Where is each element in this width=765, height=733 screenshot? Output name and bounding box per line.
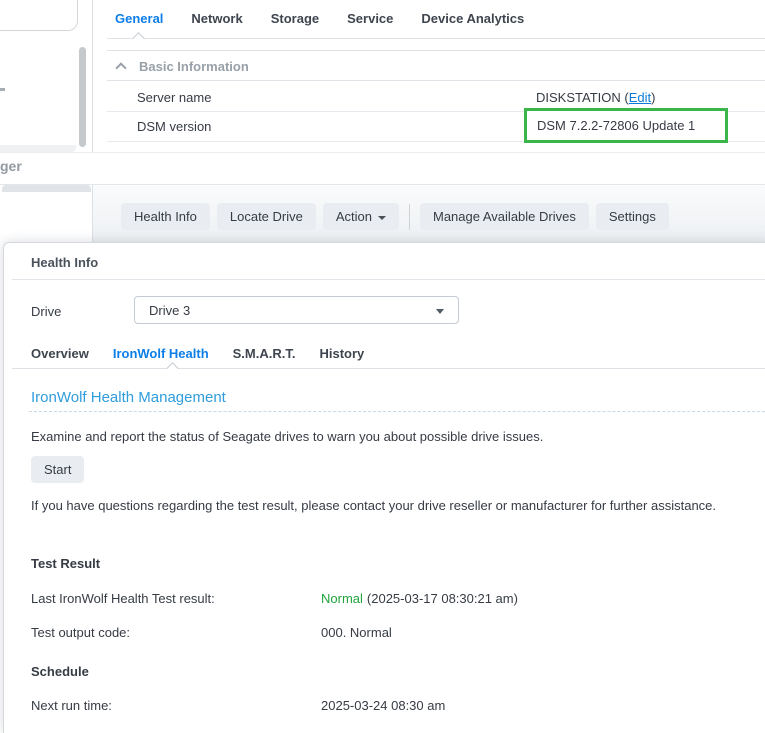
test-result-heading: Test Result <box>31 556 100 571</box>
tab-history[interactable]: History <box>319 346 364 361</box>
active-tab-notch <box>132 32 145 45</box>
dsm-version-value: DSM 7.2.2-72806 Update 1 <box>537 118 695 133</box>
tab-smart[interactable]: S.M.A.R.T. <box>233 346 296 361</box>
test-result-note: If you have questions regarding the test… <box>31 495 751 517</box>
dsm-desktop: General Network Storage Service Device A… <box>0 0 765 733</box>
info-center-tab-bar: General Network Storage Service Device A… <box>115 11 524 26</box>
collapse-chevron-icon[interactable] <box>115 62 126 73</box>
active-tab-notch <box>166 362 179 375</box>
storage-manager-toolbar: Health Info Locate Drive Action Manage A… <box>93 185 765 242</box>
last-test-timestamp: (2025-03-17 08:30:21 am) <box>367 591 518 606</box>
tab-ironwolf-health[interactable]: IronWolf Health <box>113 346 209 361</box>
background-panel-edge <box>0 145 76 152</box>
settings-button[interactable]: Settings <box>596 203 669 230</box>
caret-down-icon <box>378 216 386 220</box>
window-bottom-edge <box>0 152 765 153</box>
dialog-title: Health Info <box>31 255 98 270</box>
tab-storage[interactable]: Storage <box>271 11 319 26</box>
server-name-label: Server name <box>137 90 211 105</box>
tab-device-analytics[interactable]: Device Analytics <box>421 11 524 26</box>
dashed-divider <box>29 411 765 412</box>
control-panel-left-divider <box>92 0 93 152</box>
select-caret-icon <box>436 309 444 314</box>
last-test-label: Last IronWolf Health Test result: <box>31 591 215 606</box>
tab-overview[interactable]: Overview <box>31 346 89 361</box>
drive-label: Drive <box>31 304 61 319</box>
scrollbar-thumb[interactable] <box>79 47 86 147</box>
ironwolf-section-heading: IronWolf Health Management <box>31 389 226 406</box>
panel-top-border <box>107 50 765 51</box>
edit-link[interactable]: Edit <box>629 90 651 105</box>
clipped-text-fragment <box>0 88 5 91</box>
drive-select[interactable]: Drive 3 <box>134 296 459 324</box>
dialog-tab-underline <box>12 368 765 369</box>
window-title-fragment: ger <box>0 158 22 174</box>
status-badge: Normal <box>321 591 363 606</box>
tab-service[interactable]: Service <box>347 11 393 26</box>
dialog-tab-bar: Overview IronWolf Health S.M.A.R.T. Hist… <box>31 346 364 361</box>
dsm-version-highlight-box: DSM 7.2.2-72806 Update 1 <box>524 108 728 143</box>
tab-bar-underline <box>107 38 765 39</box>
health-info-dialog: Health Info Drive Drive 3 Overview IronW… <box>3 242 765 733</box>
last-test-value: Normal (2025-03-17 08:30:21 am) <box>321 591 518 606</box>
toolbar-button-group: Health Info Locate Drive Action Manage A… <box>121 203 669 230</box>
output-code-value: 000. Normal <box>321 625 392 640</box>
schedule-heading: Schedule <box>31 664 89 679</box>
next-run-value: 2025-03-24 08:30 am <box>321 698 445 713</box>
sidebar-header-edge <box>2 185 91 192</box>
server-name-suffix: ) <box>651 90 655 105</box>
locate-drive-button[interactable]: Locate Drive <box>217 203 316 230</box>
server-name-text: DISKSTATION ( <box>536 90 629 105</box>
dsm-version-label: DSM version <box>137 119 211 134</box>
dialog-title-divider <box>12 279 765 280</box>
output-code-label: Test output code: <box>31 625 130 640</box>
ironwolf-description: Examine and report the status of Seagate… <box>31 429 543 444</box>
toolbar-separator <box>409 204 410 230</box>
tab-network[interactable]: Network <box>191 11 242 26</box>
section-title: Basic Information <box>139 59 249 74</box>
next-run-label: Next run time: <box>31 698 112 713</box>
action-dropdown-button[interactable]: Action <box>323 203 399 230</box>
health-info-button[interactable]: Health Info <box>121 203 210 230</box>
background-window-fragment <box>0 0 78 31</box>
drive-select-value: Drive 3 <box>149 303 190 318</box>
manage-available-drives-button[interactable]: Manage Available Drives <box>420 203 589 230</box>
start-button[interactable]: Start <box>31 456 84 483</box>
server-name-value: DISKSTATION (Edit) <box>536 90 655 105</box>
section-divider <box>107 80 765 81</box>
tab-general[interactable]: General <box>115 11 163 26</box>
